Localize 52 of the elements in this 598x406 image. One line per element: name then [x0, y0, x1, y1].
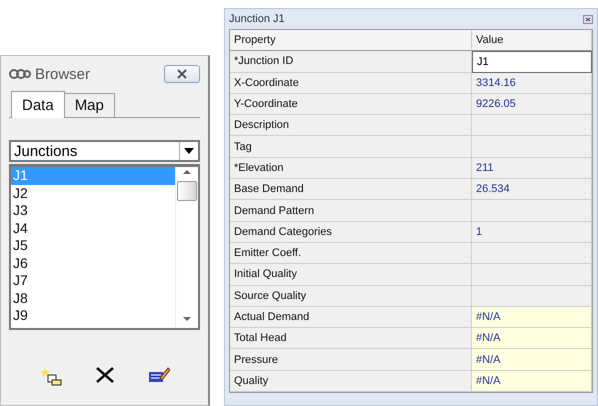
edit-icon[interactable]	[148, 366, 170, 384]
close-icon[interactable]	[583, 14, 593, 24]
value-cell: #N/A	[472, 328, 592, 350]
close-button[interactable]	[164, 65, 200, 83]
property-cell: Tag	[230, 136, 472, 158]
value-cell: #N/A	[472, 370, 592, 392]
property-cell: Source Quality	[230, 286, 472, 307]
add-icon[interactable]	[40, 366, 62, 386]
property-cell: Total Head	[230, 328, 472, 350]
property-cell: *Elevation	[230, 158, 472, 180]
property-cell: Base Demand	[230, 179, 472, 200]
list-item[interactable]: J3	[11, 202, 175, 220]
list-item[interactable]: J2	[11, 184, 175, 202]
property-cell: Initial Quality	[230, 264, 472, 286]
column-header: Value	[472, 30, 592, 52]
list-item[interactable]: J5	[11, 237, 175, 254]
scroll-down-icon[interactable]	[182, 314, 192, 324]
browser-icon	[9, 68, 31, 80]
value-field[interactable]: J1	[472, 51, 592, 73]
close-icon[interactable]	[176, 69, 188, 79]
list-item[interactable]: J9	[11, 307, 175, 324]
scrollbar-thumb[interactable]	[177, 181, 197, 201]
property-cell: Description	[230, 115, 472, 136]
panel-title: Junction J1	[229, 13, 286, 25]
column-header: Property	[230, 30, 472, 52]
value-cell: #N/A	[472, 306, 592, 328]
property-cell: Emitter Coeff.	[230, 242, 472, 264]
panel-title: Browser	[35, 66, 92, 82]
property-cell: *Junction ID	[230, 51, 472, 73]
caret-icon[interactable]	[184, 148, 194, 154]
scroll-up-icon[interactable]	[182, 167, 192, 177]
value-cell: 1	[472, 222, 592, 243]
value-cell: 211	[472, 158, 592, 180]
value-cell: 9226.05	[472, 94, 592, 116]
list-item[interactable]: J8	[11, 290, 175, 307]
property-cell: Demand Pattern	[230, 200, 472, 222]
value-cell: #N/A	[472, 349, 592, 371]
category-dropdown[interactable]: Junctions	[9, 140, 200, 162]
list-item[interactable]: J4	[11, 220, 175, 237]
delete-icon[interactable]	[94, 366, 114, 384]
value-cell: 26.534	[472, 179, 592, 200]
tab[interactable]: Data	[11, 91, 65, 118]
property-cell: Quality	[230, 370, 472, 392]
value-cell: 3314.16	[472, 72, 592, 94]
property-cell: Actual Demand	[230, 306, 472, 328]
list-item[interactable]: J7	[11, 272, 175, 290]
tab[interactable]: Map	[64, 93, 115, 117]
list-item[interactable]: J6	[11, 254, 175, 272]
property-cell: X-Coordinate	[230, 72, 472, 94]
property-cell: Demand Categories	[230, 222, 472, 243]
property-cell: Y-Coordinate	[230, 94, 472, 116]
property-cell: Pressure	[230, 349, 472, 371]
